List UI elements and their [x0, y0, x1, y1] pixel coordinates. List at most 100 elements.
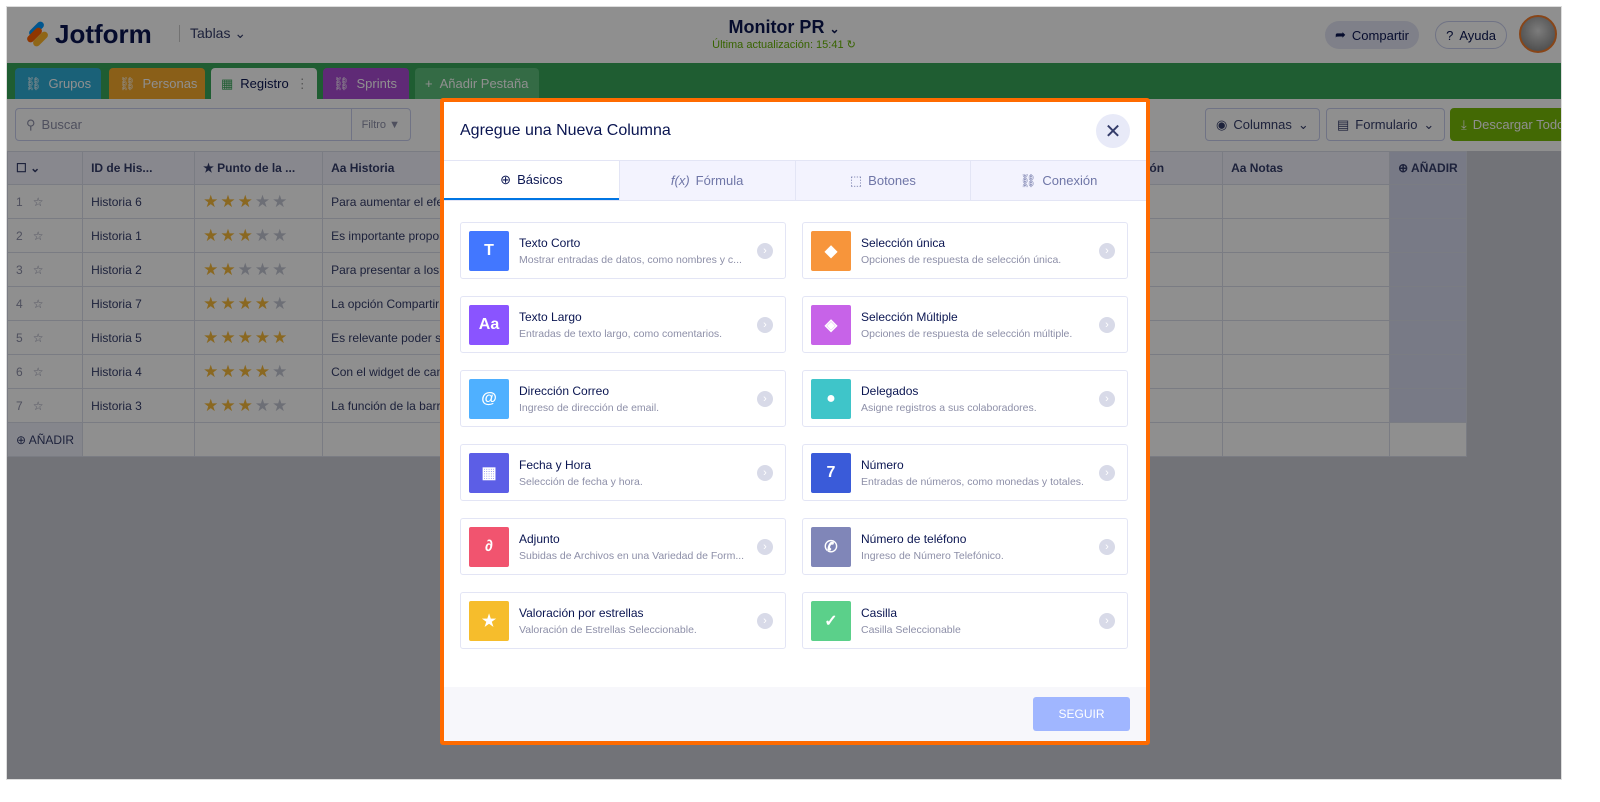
- add-column-button[interactable]: ⊕ AÑADIR: [1389, 151, 1467, 185]
- rating-cell[interactable]: ★★★★★: [194, 354, 324, 389]
- column-type-option[interactable]: ◈ Selección Múltiple Opciones de respuest…: [802, 296, 1128, 353]
- star-icon[interactable]: ★: [238, 328, 255, 347]
- favorite-star-icon[interactable]: ☆: [33, 399, 44, 413]
- notes-cell[interactable]: [1222, 354, 1391, 389]
- share-button[interactable]: ➦ Compartir: [1325, 21, 1419, 49]
- add-row-button[interactable]: ⊕ AÑADIR: [7, 422, 84, 457]
- favorite-star-icon[interactable]: ☆: [33, 331, 44, 345]
- star-icon[interactable]: ★: [220, 192, 237, 211]
- column-header-rating[interactable]: ★ Punto de la ...: [194, 151, 324, 185]
- star-icon[interactable]: ★: [238, 396, 255, 415]
- row-number-cell[interactable]: 1 ☆: [7, 184, 84, 219]
- star-rating[interactable]: ★★★★★: [203, 260, 289, 279]
- continue-button[interactable]: SEGUIR: [1033, 697, 1130, 731]
- column-type-option[interactable]: 7 Número Entradas de números, como moneda…: [802, 444, 1128, 501]
- star-icon[interactable]: ★: [203, 396, 220, 415]
- tab-grupos[interactable]: ⛓ Grupos: [15, 68, 101, 99]
- star-icon[interactable]: ★: [255, 192, 272, 211]
- favorite-star-icon[interactable]: ☆: [33, 365, 44, 379]
- close-button[interactable]: ✕: [1096, 114, 1130, 148]
- rating-cell[interactable]: ★★★★★: [194, 184, 324, 219]
- column-type-option[interactable]: ★ Valoración por estrellas Valoración de …: [460, 592, 786, 649]
- star-icon[interactable]: ★: [220, 396, 237, 415]
- column-type-option[interactable]: ● Delegados Asigne registros a sus colabo…: [802, 370, 1128, 427]
- rating-cell[interactable]: ★★★★★: [194, 218, 324, 253]
- star-icon[interactable]: ★: [220, 260, 237, 279]
- star-icon[interactable]: ★: [255, 260, 272, 279]
- more-vertical-icon[interactable]: ⋮: [296, 76, 309, 92]
- select-all-checkbox[interactable]: ☐ ⌄: [7, 151, 84, 185]
- star-icon[interactable]: ★: [220, 328, 237, 347]
- star-icon[interactable]: ★: [255, 328, 272, 347]
- columns-button[interactable]: ◉ Columnas ⌄: [1205, 108, 1320, 141]
- star-icon[interactable]: ★: [272, 294, 289, 313]
- star-icon[interactable]: ★: [220, 362, 237, 381]
- star-icon[interactable]: ★: [272, 226, 289, 245]
- star-icon[interactable]: ★: [203, 328, 220, 347]
- star-icon[interactable]: ★: [203, 226, 220, 245]
- row-number-cell[interactable]: 4 ☆: [7, 286, 84, 321]
- star-icon[interactable]: ★: [238, 362, 255, 381]
- id-cell[interactable]: Historia 1: [82, 218, 196, 253]
- column-type-option[interactable]: ∂ Adjunto Subidas de Archivos en una Vari…: [460, 518, 786, 575]
- id-cell[interactable]: Historia 5: [82, 320, 196, 355]
- column-type-option[interactable]: @ Dirección Correo Ingreso de dirección d…: [460, 370, 786, 427]
- notes-cell[interactable]: [1222, 252, 1391, 287]
- notes-cell[interactable]: [1222, 184, 1391, 219]
- star-icon[interactable]: ★: [203, 362, 220, 381]
- star-icon[interactable]: ★: [255, 226, 272, 245]
- id-cell[interactable]: Historia 7: [82, 286, 196, 321]
- column-type-option[interactable]: ✆ Número de teléfono Ingreso de Número Te…: [802, 518, 1128, 575]
- row-number-cell[interactable]: 3 ☆: [7, 252, 84, 287]
- refresh-icon[interactable]: ↻: [847, 39, 856, 51]
- user-avatar[interactable]: [1519, 15, 1557, 53]
- star-rating[interactable]: ★★★★★: [203, 226, 289, 245]
- column-type-option[interactable]: ▦ Fecha y Hora Selección de fecha y hora.…: [460, 444, 786, 501]
- column-type-option[interactable]: ◆ Selección única Opciones de respuesta d…: [802, 222, 1128, 279]
- tab-formula[interactable]: f(x) Fórmula: [618, 161, 795, 200]
- search-input[interactable]: ⚲ Buscar Filtro ▼: [15, 108, 411, 141]
- tab-botones[interactable]: ⬚ Botones: [794, 161, 971, 200]
- star-icon[interactable]: ★: [255, 396, 272, 415]
- star-icon[interactable]: ★: [272, 328, 289, 347]
- star-icon[interactable]: ★: [238, 226, 255, 245]
- favorite-star-icon[interactable]: ☆: [33, 229, 44, 243]
- star-icon[interactable]: ★: [272, 192, 289, 211]
- star-icon[interactable]: ★: [272, 260, 289, 279]
- favorite-star-icon[interactable]: ☆: [33, 297, 44, 311]
- row-number-cell[interactable]: 6 ☆: [7, 354, 84, 389]
- column-header-notes[interactable]: Aa Notas: [1222, 151, 1391, 185]
- star-icon[interactable]: ★: [203, 192, 220, 211]
- favorite-star-icon[interactable]: ☆: [33, 195, 44, 209]
- star-icon[interactable]: ★: [272, 396, 289, 415]
- star-icon[interactable]: ★: [238, 192, 255, 211]
- star-rating[interactable]: ★★★★★: [203, 396, 289, 415]
- star-rating[interactable]: ★★★★★: [203, 192, 289, 211]
- row-number-cell[interactable]: 7 ☆: [7, 388, 84, 423]
- id-cell[interactable]: Historia 2: [82, 252, 196, 287]
- row-number-cell[interactable]: 5 ☆: [7, 320, 84, 355]
- column-type-option[interactable]: T Texto Corto Mostrar entradas de datos, …: [460, 222, 786, 279]
- star-rating[interactable]: ★★★★★: [203, 294, 289, 313]
- favorite-star-icon[interactable]: ☆: [33, 263, 44, 277]
- star-icon[interactable]: ★: [220, 226, 237, 245]
- column-header-id[interactable]: ID de His...: [82, 151, 196, 185]
- notes-cell[interactable]: [1222, 320, 1391, 355]
- notes-cell[interactable]: [1222, 218, 1391, 253]
- star-icon[interactable]: ★: [238, 294, 255, 313]
- star-icon[interactable]: ★: [203, 260, 220, 279]
- add-tab-button[interactable]: + Añadir Pestaña: [415, 68, 539, 99]
- help-button[interactable]: ? Ayuda: [1435, 21, 1507, 49]
- star-icon[interactable]: ★: [255, 362, 272, 381]
- rating-cell[interactable]: ★★★★★: [194, 252, 324, 287]
- id-cell[interactable]: Historia 3: [82, 388, 196, 423]
- tab-basicos[interactable]: ⊕ Básicos: [444, 161, 619, 200]
- star-icon[interactable]: ★: [238, 260, 255, 279]
- column-type-option[interactable]: ✓ Casilla Casilla Seleccionable ›: [802, 592, 1128, 649]
- tab-personas[interactable]: ⛓ Personas: [109, 68, 205, 99]
- filter-button[interactable]: Filtro ▼: [350, 109, 410, 140]
- star-icon[interactable]: ★: [272, 362, 289, 381]
- form-button[interactable]: ▤ Formulario ⌄: [1326, 108, 1446, 141]
- star-rating[interactable]: ★★★★★: [203, 362, 289, 381]
- tab-registro[interactable]: ▦ Registro ⋮: [211, 68, 317, 99]
